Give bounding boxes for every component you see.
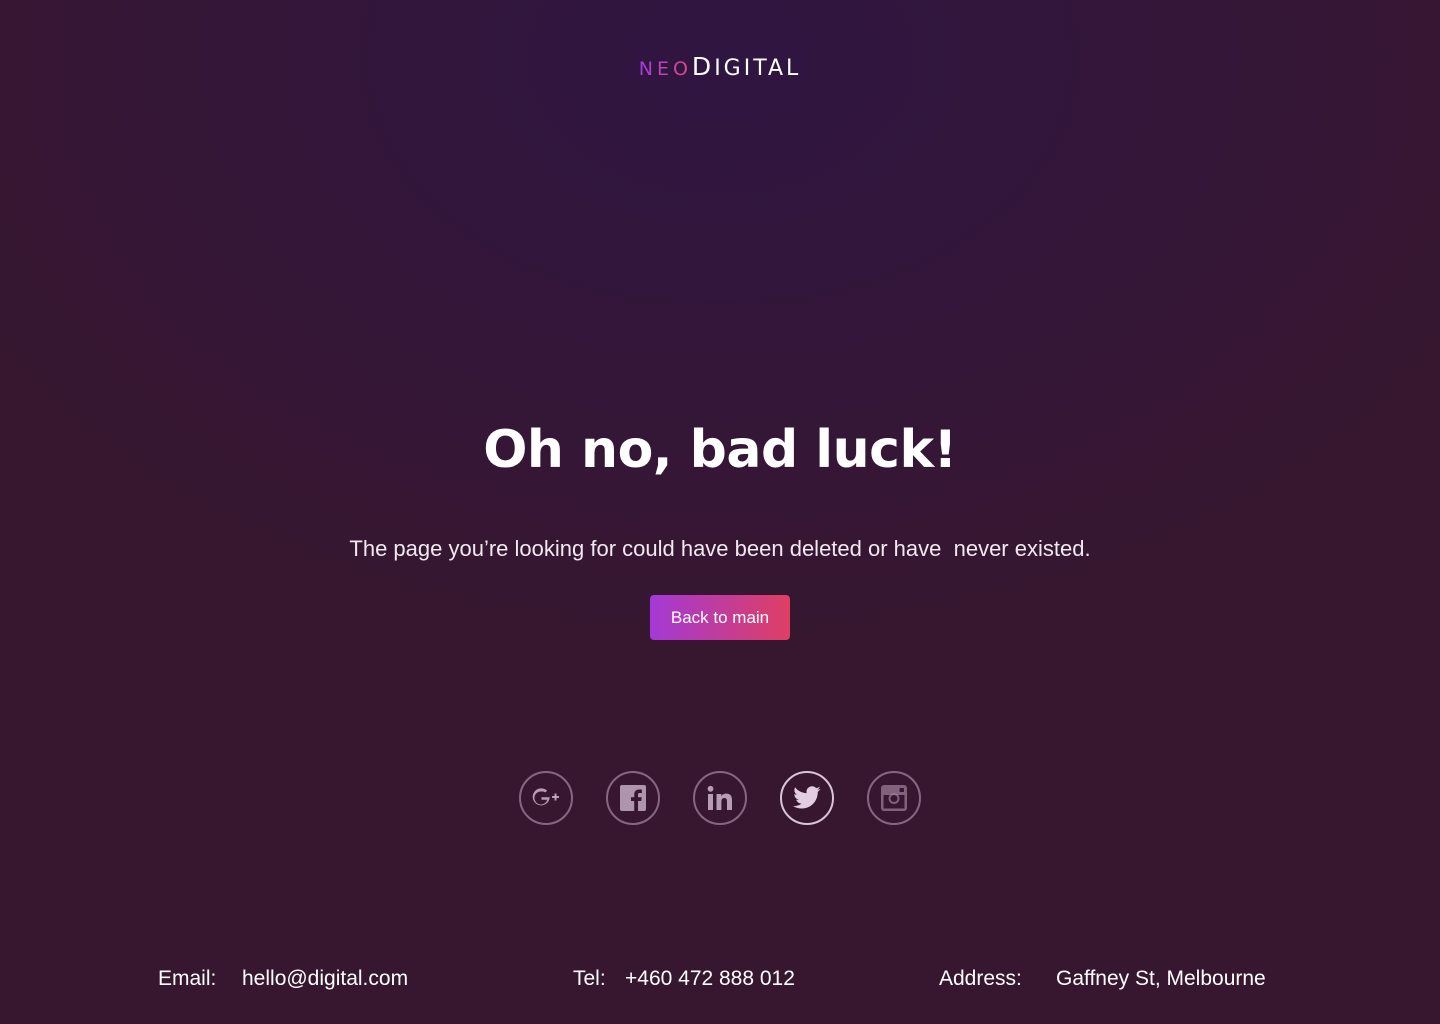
facebook-icon bbox=[620, 785, 646, 811]
address-label: Address: bbox=[939, 967, 1022, 990]
error-message: The page you’re looking for could have b… bbox=[349, 536, 1091, 561]
footer-contact: Email: hello@digital.com Tel: +460 472 8… bbox=[0, 964, 1440, 994]
logo-neo: NEO bbox=[638, 58, 692, 80]
address-value: Gaffney St, Melbourne bbox=[1056, 967, 1266, 990]
tel-link[interactable]: +460 472 888 012 bbox=[625, 964, 795, 994]
tel-label: Tel: bbox=[573, 967, 606, 990]
linkedin-link[interactable] bbox=[693, 771, 747, 825]
google-plus-icon bbox=[532, 788, 559, 806]
social-links bbox=[519, 771, 921, 825]
twitter-link[interactable] bbox=[780, 771, 834, 825]
facebook-link[interactable] bbox=[606, 771, 660, 825]
brand-logo[interactable]: NEODIGITAL bbox=[0, 52, 1440, 84]
instagram-icon bbox=[881, 785, 907, 811]
twitter-icon bbox=[793, 786, 821, 809]
page-title: Oh no, bad luck! bbox=[483, 420, 957, 480]
google-plus-link[interactable] bbox=[519, 771, 573, 825]
logo-digital-initial: D bbox=[691, 52, 715, 81]
logo-digital: DIGITAL bbox=[691, 52, 802, 81]
email-label: Email: bbox=[158, 967, 217, 990]
linkedin-icon bbox=[707, 785, 732, 810]
back-to-main-button[interactable]: Back to main bbox=[650, 595, 790, 640]
email-link[interactable]: hello@digital.com bbox=[242, 964, 408, 994]
instagram-link[interactable] bbox=[867, 771, 921, 825]
